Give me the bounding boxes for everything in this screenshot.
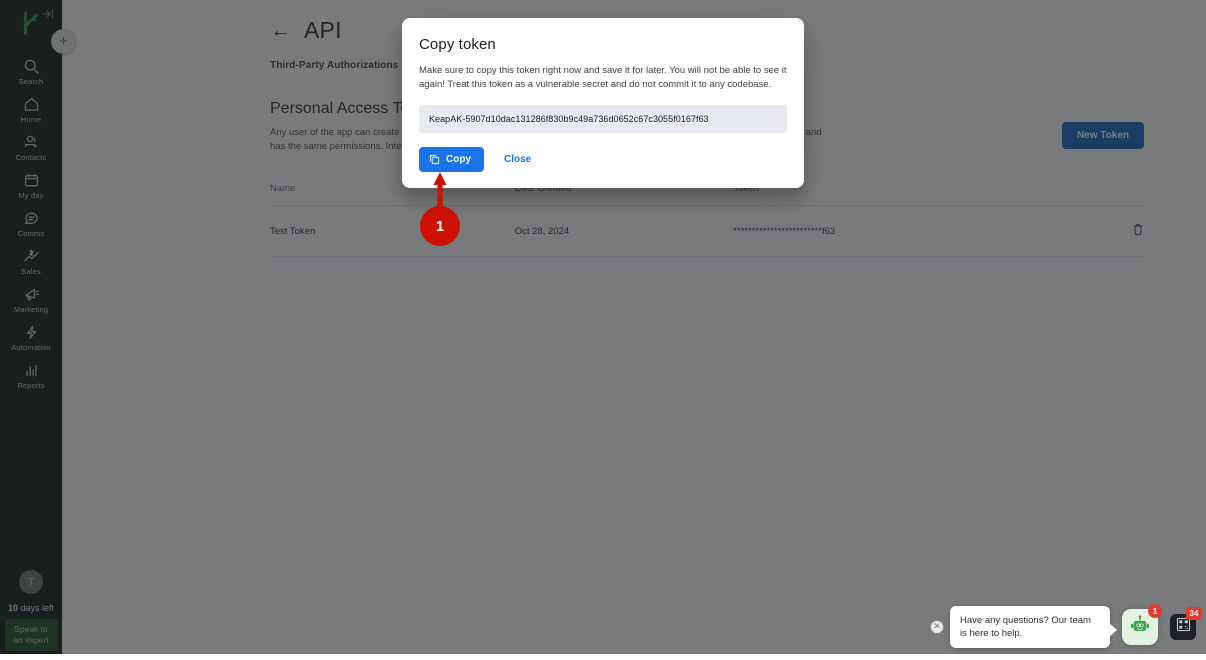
qr-code-launcher-button[interactable]: 34 [1170,607,1202,640]
robot-icon [1129,614,1151,641]
app-root: Search Home [0,0,1206,660]
qr-code-icon [1176,617,1191,637]
qr-count-badge: 34 [1186,607,1202,620]
copy-button-label: Copy [446,154,471,165]
chat-widget: ✕ Have any questions? Our team is here t… [930,604,1202,648]
close-icon[interactable]: ✕ [930,620,944,634]
token-value-field[interactable]: KeapAK-5907d10dac131286f830b9c49a736d065… [419,105,787,133]
chat-bot-launcher-button[interactable]: 1 [1122,604,1162,645]
step-number-badge: 1 [420,206,460,246]
close-button[interactable]: Close [498,148,537,171]
copy-icon [429,154,440,165]
viewport-bottom-strip [0,654,1206,660]
copy-token-dialog: Copy token Make sure to copy this token … [402,18,804,188]
chat-unread-badge: 1 [1148,604,1162,618]
dialog-title: Copy token [419,36,496,53]
copy-button[interactable]: Copy [419,147,484,172]
chat-message-bubble[interactable]: Have any questions? Our team is here to … [950,606,1117,648]
dialog-actions: Copy Close [419,147,787,172]
dialog-body-text: Make sure to copy this token right now a… [419,65,787,90]
